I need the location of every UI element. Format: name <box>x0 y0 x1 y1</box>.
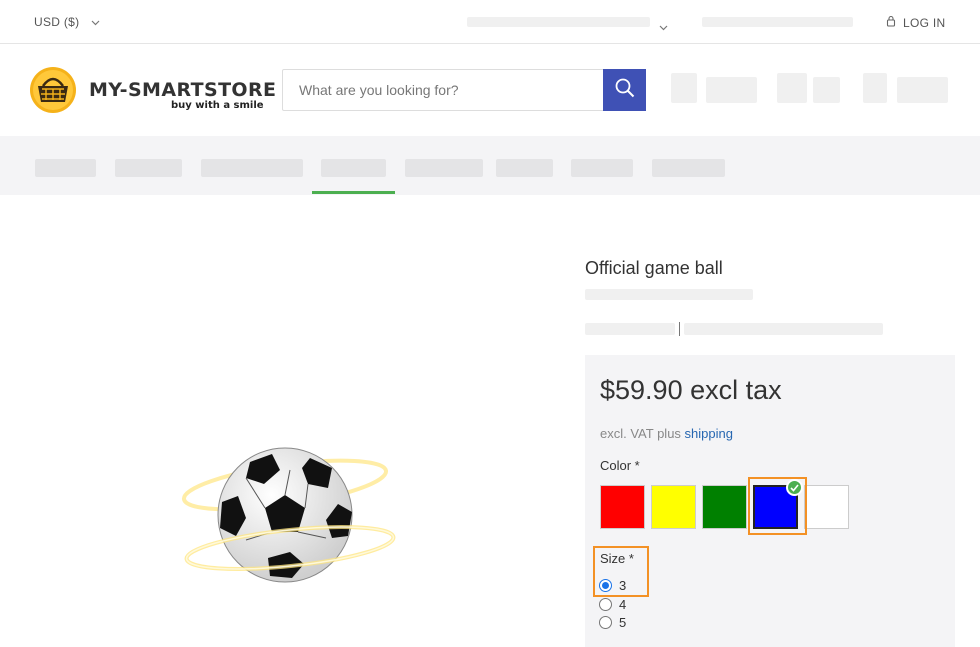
search-box <box>282 69 646 111</box>
color-swatch-yellow[interactable] <box>651 485 696 529</box>
meta-divider <box>679 322 680 336</box>
nav-item[interactable] <box>571 159 633 177</box>
main-nav <box>0 136 980 195</box>
header-action-3-label[interactable] <box>897 77 948 103</box>
nav-item[interactable] <box>201 159 303 177</box>
product-meta-placeholder <box>684 323 883 335</box>
search-button[interactable] <box>603 69 646 111</box>
nav-item[interactable] <box>115 159 182 177</box>
user-icon <box>886 15 896 30</box>
size-option-label: 4 <box>619 597 627 612</box>
store-tagline: buy with a smile <box>171 100 264 111</box>
top-bar: USD ($) LOG IN <box>0 0 980 44</box>
header-action-1-label[interactable] <box>706 77 757 103</box>
checkmark-icon <box>786 479 803 496</box>
search-input[interactable] <box>283 70 603 110</box>
product-title: Official game ball <box>585 258 723 278</box>
login-label: LOG IN <box>903 15 946 30</box>
header-action-2-icon[interactable] <box>777 73 807 103</box>
nav-item[interactable] <box>405 159 483 177</box>
size-radio-3[interactable] <box>599 579 612 592</box>
size-option-5[interactable]: 5 <box>599 615 626 630</box>
size-option-4[interactable]: 4 <box>599 597 626 612</box>
header-action-3-icon[interactable] <box>863 73 887 103</box>
nav-item[interactable] <box>35 159 96 177</box>
header-action-2-label[interactable] <box>813 77 840 103</box>
color-swatch-white[interactable] <box>804 485 849 529</box>
currency-selector[interactable]: USD ($) <box>34 15 100 29</box>
size-radio-4[interactable] <box>599 598 612 611</box>
chevron-down-icon <box>659 18 668 36</box>
store-name: MY-SMARTSTORE <box>89 79 277 101</box>
color-label: Color * <box>600 458 640 473</box>
color-swatch-green[interactable] <box>702 485 747 529</box>
vat-note: excl. VAT plus shipping <box>600 426 733 441</box>
size-option-label: 5 <box>619 615 627 630</box>
color-swatch-red[interactable] <box>600 485 645 529</box>
topbar-link-placeholder[interactable] <box>702 17 853 27</box>
chevron-down-icon <box>91 18 100 29</box>
nav-active-indicator <box>312 191 395 194</box>
size-option-3[interactable]: 3 <box>599 578 626 593</box>
product-price: $59.90 excl tax <box>600 375 782 405</box>
login-link[interactable]: LOG IN <box>886 15 945 30</box>
product-subtitle-placeholder <box>585 289 753 300</box>
nav-item-active[interactable] <box>321 159 386 177</box>
vat-text: excl. VAT plus <box>600 426 685 441</box>
product-image[interactable] <box>180 440 400 585</box>
size-option-label: 3 <box>619 578 627 593</box>
currency-label: USD ($) <box>34 15 80 29</box>
search-icon <box>615 78 635 103</box>
product-meta-placeholder <box>585 323 675 335</box>
language-selector-placeholder[interactable] <box>467 17 650 27</box>
nav-item[interactable] <box>652 159 725 177</box>
header-action-1-icon[interactable] <box>671 73 697 103</box>
size-label: Size * <box>600 551 634 566</box>
shipping-link[interactable]: shipping <box>685 426 733 441</box>
nav-item[interactable] <box>496 159 553 177</box>
size-radio-5[interactable] <box>599 616 612 629</box>
